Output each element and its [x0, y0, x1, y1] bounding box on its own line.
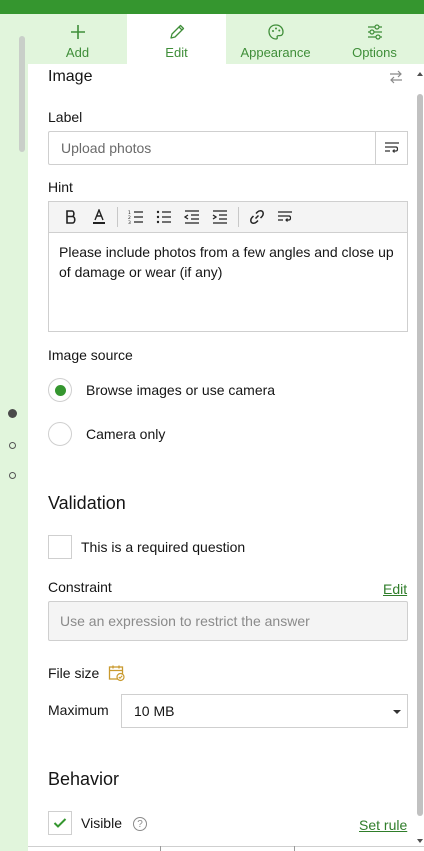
help-icon[interactable]: ? [133, 817, 147, 831]
radio-camera-only[interactable] [48, 422, 72, 446]
visible-label: Visible [81, 815, 122, 831]
tab-bar: Add Edit Appearance Options [28, 14, 424, 64]
text-color-icon[interactable] [85, 205, 113, 229]
tab-label: Add [65, 45, 90, 60]
panel-scrollbar[interactable] [416, 64, 424, 851]
palette-icon [267, 22, 285, 42]
indent-icon[interactable] [206, 205, 234, 229]
label-heading: Label [48, 109, 83, 125]
app-top-bar [0, 0, 424, 14]
question-properties-panel: Image Label Upload photos Hint 123 Pleas… [28, 64, 416, 851]
sliders-icon [366, 22, 384, 42]
radio-label: Camera only [86, 426, 166, 442]
svg-text:3: 3 [128, 220, 131, 224]
set-rule-link[interactable]: Set rule [359, 817, 407, 833]
bold-icon[interactable] [57, 205, 85, 229]
calendar-check-icon[interactable] [108, 664, 126, 687]
swap-icon[interactable] [388, 70, 404, 89]
constraint-input[interactable]: Use an expression to restrict the answer [48, 601, 408, 641]
tab-label: Options [352, 45, 397, 60]
constraint-heading: Constraint [48, 579, 112, 595]
page-dot[interactable] [9, 442, 16, 449]
scroll-down-icon[interactable] [417, 839, 423, 843]
hint-text[interactable]: Please include photos from a few angles … [49, 233, 407, 291]
chevron-down-icon [393, 710, 401, 714]
numbered-list-icon[interactable]: 123 [122, 205, 150, 229]
tab-options[interactable]: Options [325, 14, 424, 64]
tab-edit[interactable]: Edit [127, 14, 226, 64]
bottom-divider [28, 846, 424, 847]
label-format-button[interactable] [375, 131, 408, 165]
validation-heading: Validation [48, 493, 126, 513]
select-value: 10 MB [134, 703, 175, 719]
tab-label: Appearance [240, 45, 311, 60]
page-dot-active[interactable] [8, 409, 17, 418]
page-dot[interactable] [9, 472, 16, 479]
maximum-label: Maximum [48, 702, 109, 718]
tab-appearance[interactable]: Appearance [226, 14, 325, 64]
required-label: This is a required question [81, 539, 246, 555]
tab-label: Edit [165, 45, 188, 60]
label-input[interactable]: Upload photos [48, 131, 376, 165]
checkmark-icon [53, 818, 67, 828]
pencil-icon [168, 22, 186, 42]
file-size-heading: File size [48, 665, 100, 681]
text-wrap-icon [384, 142, 399, 153]
question-type-title: Image [48, 68, 93, 85]
radio-browse-images[interactable] [48, 378, 72, 402]
scrollbar-thumb[interactable] [417, 94, 423, 816]
constraint-edit-link[interactable]: Edit [383, 581, 407, 597]
visible-checkbox[interactable] [48, 811, 72, 835]
left-rail [0, 14, 28, 851]
hint-editor: 123 Please include photos from a few ang… [48, 201, 408, 332]
text-wrap-icon[interactable] [271, 205, 299, 229]
bullet-list-icon[interactable] [150, 205, 178, 229]
rail-scrollbar[interactable] [19, 36, 25, 152]
plus-icon [70, 22, 86, 42]
outdent-icon[interactable] [178, 205, 206, 229]
required-checkbox[interactable] [48, 535, 72, 559]
editor-toolbar: 123 [49, 202, 407, 233]
scroll-up-icon[interactable] [417, 72, 423, 76]
hint-heading: Hint [48, 179, 73, 195]
link-icon[interactable] [243, 205, 271, 229]
maximum-file-size-select[interactable]: 10 MB [121, 694, 408, 728]
tab-add[interactable]: Add [28, 14, 127, 64]
behavior-heading: Behavior [48, 769, 120, 789]
image-source-heading: Image source [48, 347, 133, 363]
radio-label: Browse images or use camera [86, 382, 276, 398]
